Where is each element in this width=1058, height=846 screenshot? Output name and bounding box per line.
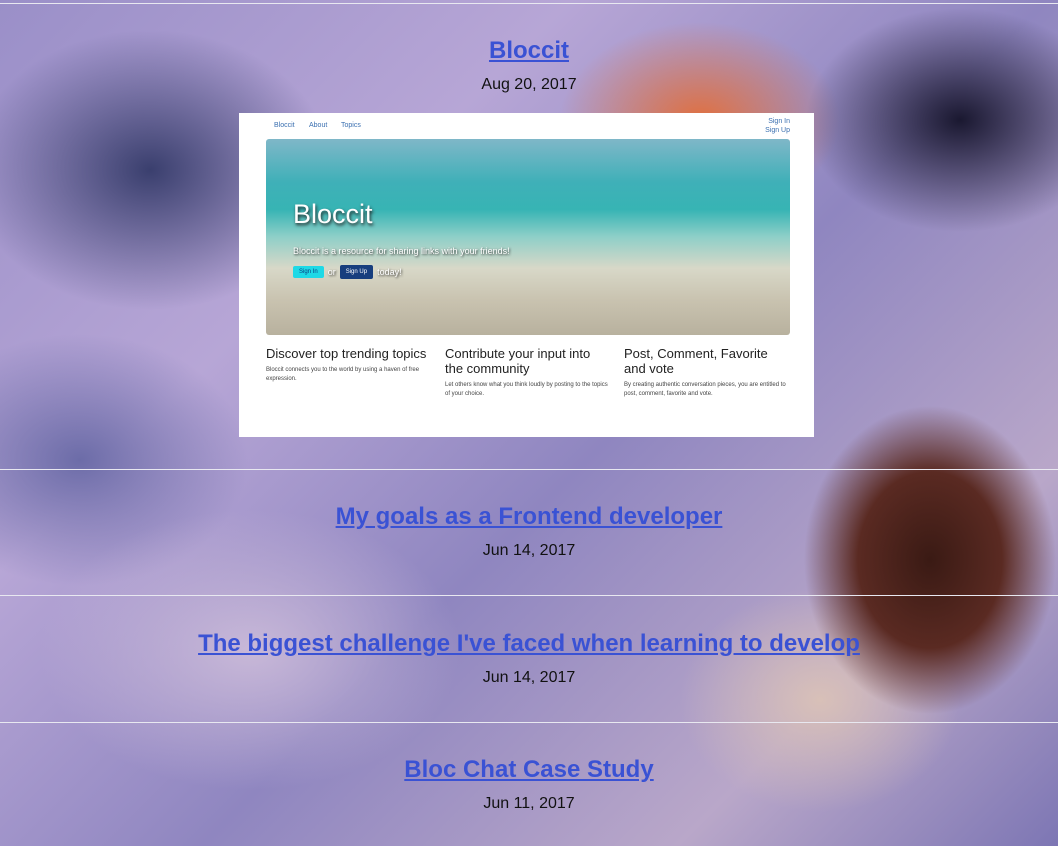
thumb-feature-text: By creating authentic conversation piece…	[624, 382, 786, 397]
thumb-hero-banner: Bloccit Bloccit is a resource for sharin…	[266, 139, 790, 335]
thumb-hero-today: today!	[377, 267, 402, 277]
thumb-feature-heading: Discover top trending topics	[266, 346, 427, 361]
thumb-nav-topics: Topics	[341, 122, 361, 129]
thumb-hero-sign-in-button: Sign In	[293, 266, 324, 278]
thumb-nav-bloccit: Bloccit	[274, 122, 295, 129]
divider	[0, 595, 1058, 596]
divider-top	[0, 3, 1058, 4]
post-item: The biggest challenge I've faced when le…	[0, 630, 1058, 687]
post-item: My goals as a Frontend developer Jun 14,…	[0, 503, 1058, 560]
post-item: Bloccit Aug 20, 2017	[0, 37, 1058, 94]
post-date: Jun 14, 2017	[482, 669, 576, 686]
post-item: Bloc Chat Case Study Jun 11, 2017	[0, 756, 1058, 813]
post-thumbnail-image[interactable]: Bloccit About Topics Sign In Sign Up Blo…	[239, 113, 814, 437]
thumb-sign-in: Sign In	[768, 118, 790, 125]
post-date: Jun 11, 2017	[483, 795, 575, 812]
thumb-hero-sign-up-button: Sign Up	[339, 265, 374, 279]
divider	[0, 722, 1058, 723]
post-title-link[interactable]: My goals as a Frontend developer	[336, 503, 723, 531]
thumb-feature: Contribute your input into the community…	[445, 346, 610, 399]
thumb-sign-up: Sign Up	[765, 127, 790, 134]
thumb-feature-text: Bloccit connects you to the world by usi…	[266, 367, 420, 382]
post-title-link[interactable]: Bloc Chat Case Study	[404, 756, 653, 784]
thumb-hero-actions: Sign In or Sign Up today!	[293, 265, 402, 279]
thumb-hero-title: Bloccit	[293, 199, 373, 229]
post-title-link[interactable]: The biggest challenge I've faced when le…	[198, 630, 860, 658]
post-date: Aug 20, 2017	[481, 76, 577, 93]
thumb-hero-subtitle: Bloccit is a resource for sharing links …	[293, 246, 510, 256]
thumb-hero-or: or	[327, 267, 336, 277]
thumb-nav-about: About	[309, 122, 328, 129]
divider	[0, 469, 1058, 470]
thumb-feature-heading: Contribute your input into the community	[445, 346, 591, 376]
post-title-link[interactable]: Bloccit	[489, 37, 569, 65]
thumb-feature: Post, Comment, Favorite and vote By crea…	[624, 346, 789, 399]
thumb-feature-text: Let others know what you think loudly by…	[445, 382, 608, 397]
post-date: Jun 14, 2017	[482, 542, 576, 559]
thumb-feature: Discover top trending topics Bloccit con…	[266, 346, 431, 384]
thumb-feature-heading: Post, Comment, Favorite and vote	[624, 346, 768, 376]
